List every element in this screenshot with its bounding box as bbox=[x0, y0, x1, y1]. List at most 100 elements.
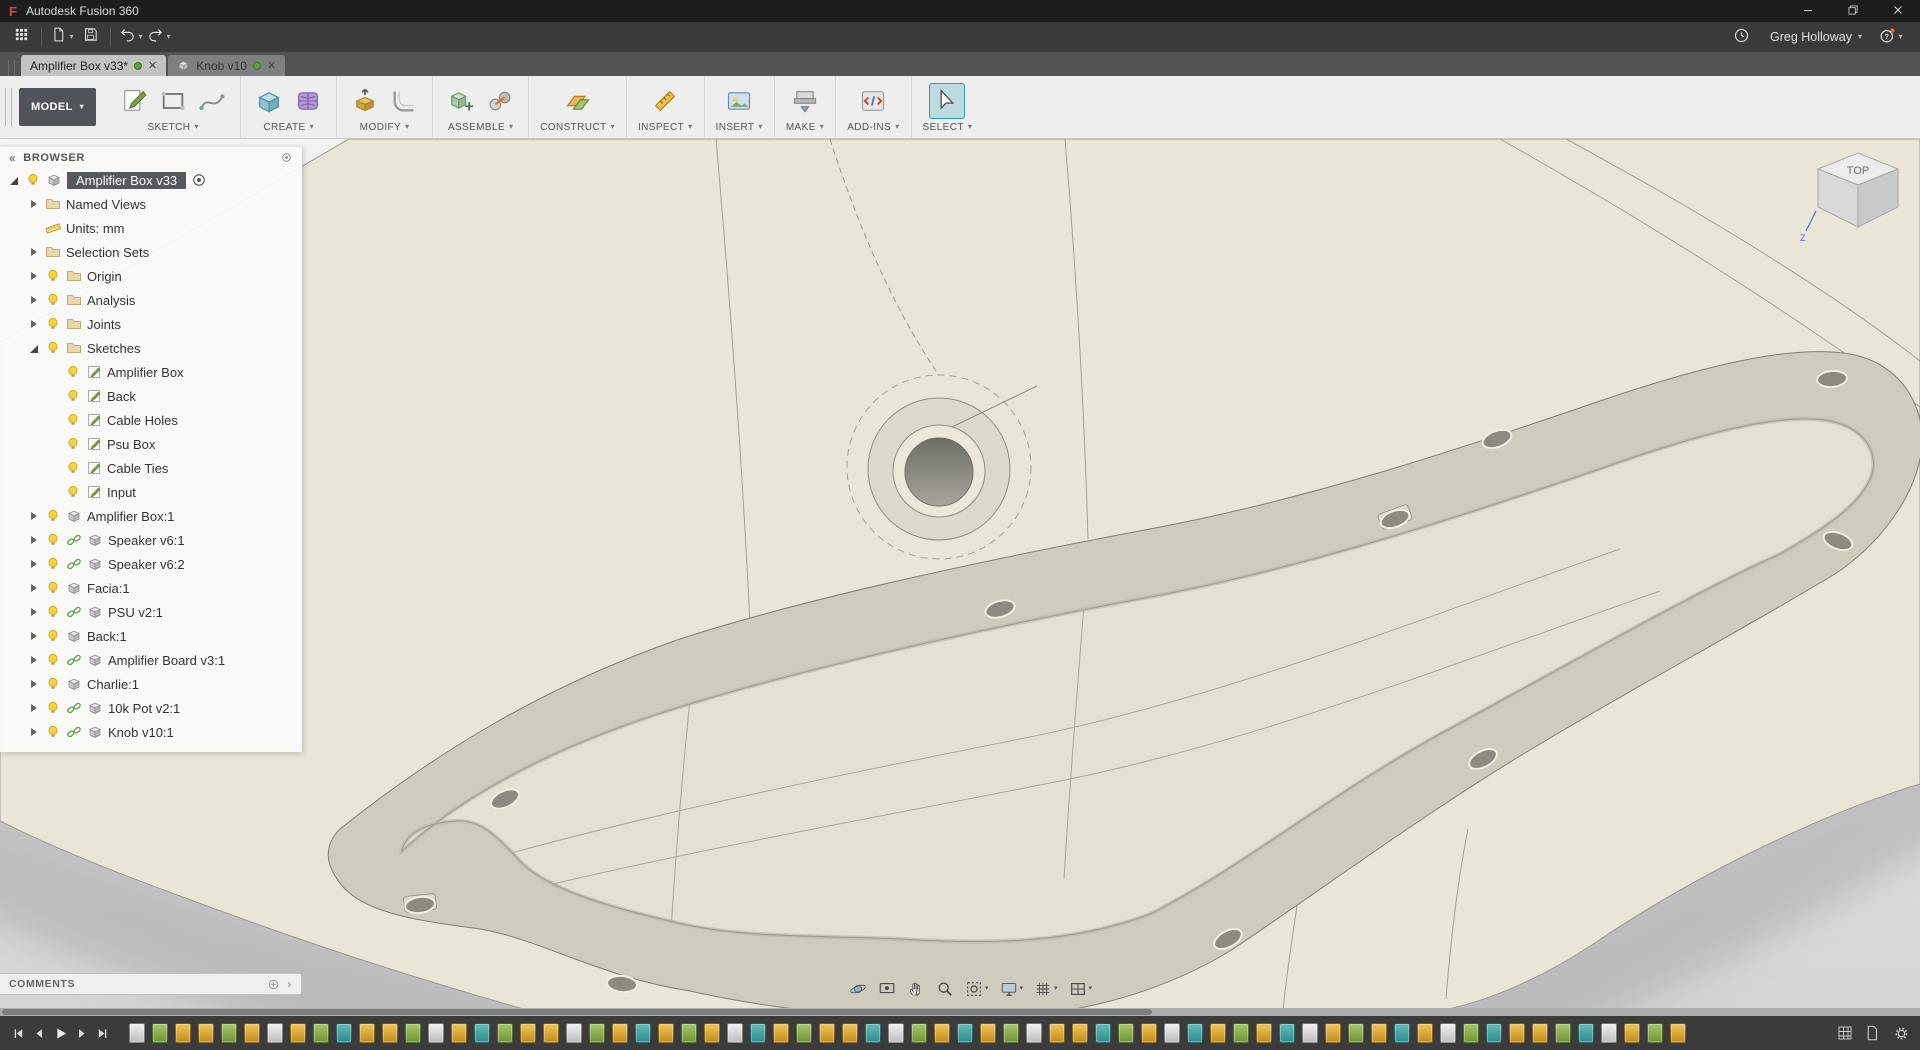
scripts-button[interactable] bbox=[856, 84, 890, 118]
ribbon-menu-select[interactable]: SELECT ▾ bbox=[923, 122, 973, 133]
bulb-icon[interactable] bbox=[65, 484, 81, 500]
browser-item-units-mm[interactable]: Units: mm bbox=[0, 216, 302, 240]
ribbon-menu-construct[interactable]: CONSTRUCT ▾ bbox=[540, 122, 615, 133]
timeline-feature-extrude[interactable] bbox=[1532, 1023, 1548, 1043]
timeline-feature-joint[interactable] bbox=[957, 1023, 973, 1043]
timeline-settings-gear-icon[interactable] bbox=[1891, 1021, 1912, 1045]
bulb-icon[interactable] bbox=[45, 580, 61, 596]
timeline-feature-joint[interactable] bbox=[1486, 1023, 1502, 1043]
ribbon-menu-modify[interactable]: MODIFY ▾ bbox=[360, 122, 410, 133]
bulb-icon[interactable] bbox=[65, 412, 81, 428]
timeline-feature-sketch[interactable] bbox=[1463, 1023, 1479, 1043]
decal-button[interactable] bbox=[722, 84, 756, 118]
bulb-icon[interactable] bbox=[45, 556, 61, 572]
bulb-icon[interactable] bbox=[45, 532, 61, 548]
browser-item-psu-v2-1[interactable]: PSU v2:1 bbox=[0, 600, 302, 624]
browser-item-speaker-v6-1[interactable]: Speaker v6:1 bbox=[0, 528, 302, 552]
bulb-icon[interactable] bbox=[45, 316, 61, 332]
timeline-feature-joint[interactable] bbox=[1095, 1023, 1111, 1043]
timeline-feature-extrude[interactable] bbox=[1624, 1023, 1640, 1043]
toolbar-grip[interactable] bbox=[5, 88, 12, 126]
fillet-button[interactable] bbox=[387, 84, 421, 118]
timeline-play-button[interactable] bbox=[50, 1021, 71, 1045]
browser-item-sketches[interactable]: Sketches bbox=[0, 336, 302, 360]
save-button[interactable] bbox=[77, 24, 103, 50]
ribbon-menu-insert[interactable]: INSERT ▾ bbox=[716, 122, 763, 133]
timeline-feature-extrude[interactable] bbox=[819, 1023, 835, 1043]
form-button[interactable] bbox=[291, 84, 325, 118]
browser-item-back[interactable]: Back bbox=[0, 384, 302, 408]
timeline-feature-sketch[interactable] bbox=[152, 1023, 168, 1043]
timeline-feature-sketch[interactable] bbox=[1003, 1023, 1019, 1043]
timeline-feature-sketch[interactable] bbox=[589, 1023, 605, 1043]
user-menu[interactable]: Greg Holloway ▾ bbox=[1770, 30, 1862, 44]
zoom-button[interactable] bbox=[932, 977, 958, 1000]
minimize-button[interactable] bbox=[1785, 0, 1830, 22]
expander-icon[interactable] bbox=[28, 342, 40, 354]
timeline-feature-joint[interactable] bbox=[474, 1023, 490, 1043]
ribbon-menu-add-ins[interactable]: ADD-INS ▾ bbox=[847, 122, 899, 133]
comments-bar[interactable]: COMMENTS › bbox=[0, 973, 302, 995]
timeline-feature-sketch[interactable] bbox=[497, 1023, 513, 1043]
timeline-feature-extrude[interactable] bbox=[658, 1023, 674, 1043]
timeline-feature-extrude[interactable] bbox=[382, 1023, 398, 1043]
browser-item-amplifier-box-1[interactable]: Amplifier Box:1 bbox=[0, 504, 302, 528]
browser-item-speaker-v6-2[interactable]: Speaker v6:2 bbox=[0, 552, 302, 576]
timeline-option-doc-icon[interactable] bbox=[1863, 1024, 1881, 1042]
browser-item-joints[interactable]: Joints bbox=[0, 312, 302, 336]
timeline-feature-component[interactable] bbox=[1440, 1023, 1456, 1043]
restore-button[interactable] bbox=[1830, 0, 1875, 22]
timeline-feature-sketch[interactable] bbox=[1647, 1023, 1663, 1043]
expander-icon[interactable] bbox=[28, 246, 40, 258]
grid-display-button[interactable]: ▾ bbox=[1030, 977, 1062, 1000]
expander-icon[interactable] bbox=[28, 318, 40, 330]
browser-root-item[interactable]: Amplifier Box v33 bbox=[0, 168, 302, 192]
timeline-feature-joint[interactable] bbox=[1578, 1023, 1594, 1043]
bulb-icon[interactable] bbox=[65, 460, 81, 476]
timeline-feature-extrude[interactable] bbox=[520, 1023, 536, 1043]
collapse-panel-icon[interactable]: « bbox=[9, 151, 16, 165]
pan-button[interactable] bbox=[903, 977, 929, 1000]
browser-item-cable-ties[interactable]: Cable Ties bbox=[0, 456, 302, 480]
expander-icon[interactable] bbox=[28, 294, 40, 306]
bulb-icon[interactable] bbox=[25, 172, 41, 188]
timeline-step-forward-button[interactable] bbox=[71, 1021, 92, 1045]
expand-comments-icon[interactable]: › bbox=[287, 977, 292, 991]
expander-icon[interactable] bbox=[28, 630, 40, 642]
timeline-feature-component[interactable] bbox=[1302, 1023, 1318, 1043]
ribbon-menu-assemble[interactable]: ASSEMBLE ▾ bbox=[448, 122, 514, 133]
plane-button[interactable] bbox=[561, 84, 595, 118]
ribbon-menu-inspect[interactable]: INSPECT ▾ bbox=[638, 122, 693, 133]
timeline-feature-component[interactable] bbox=[888, 1023, 904, 1043]
expander-icon[interactable] bbox=[28, 606, 40, 618]
timeline-scrollbar[interactable] bbox=[0, 1008, 1920, 1016]
box-button[interactable] bbox=[252, 84, 286, 118]
timeline-feature-joint[interactable] bbox=[1187, 1023, 1203, 1043]
print3d-button[interactable] bbox=[788, 84, 822, 118]
timeline-skip-start-button[interactable] bbox=[8, 1021, 29, 1045]
activate-radio-icon[interactable] bbox=[191, 172, 207, 188]
timeline-feature-sketch[interactable] bbox=[221, 1023, 237, 1043]
expander-icon[interactable] bbox=[28, 510, 40, 522]
timeline-feature-sketch[interactable] bbox=[313, 1023, 329, 1043]
expander-icon[interactable] bbox=[8, 174, 20, 186]
tab-knob-v10[interactable]: Knob v10 ✕ bbox=[168, 55, 286, 76]
timeline-option-grid-icon[interactable] bbox=[1836, 1024, 1854, 1042]
browser-item-charlie-1[interactable]: Charlie:1 bbox=[0, 672, 302, 696]
timeline-feature-component[interactable] bbox=[1026, 1023, 1042, 1043]
panel-options-icon[interactable] bbox=[280, 151, 293, 164]
timeline-feature-component[interactable] bbox=[129, 1023, 145, 1043]
bulb-icon[interactable] bbox=[45, 700, 61, 716]
expander-icon[interactable] bbox=[28, 582, 40, 594]
timeline-feature-extrude[interactable] bbox=[198, 1023, 214, 1043]
timeline-feature-extrude[interactable] bbox=[704, 1023, 720, 1043]
timeline-feature-extrude[interactable] bbox=[1210, 1023, 1226, 1043]
expander-icon[interactable] bbox=[28, 726, 40, 738]
bulb-icon[interactable] bbox=[65, 436, 81, 452]
timeline-feature-sketch[interactable] bbox=[1233, 1023, 1249, 1043]
timeline-feature-extrude[interactable] bbox=[175, 1023, 191, 1043]
timeline-feature-component[interactable] bbox=[267, 1023, 283, 1043]
bulb-icon[interactable] bbox=[45, 508, 61, 524]
timeline-feature-sketch[interactable] bbox=[405, 1023, 421, 1043]
redo-button[interactable]: ▾ bbox=[146, 24, 172, 50]
